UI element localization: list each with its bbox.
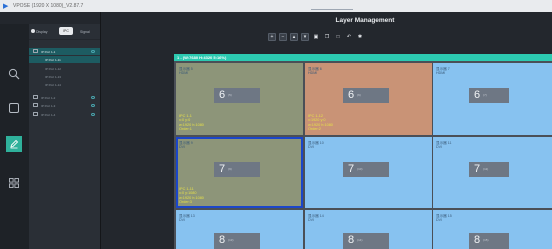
icon-rail (0, 24, 29, 249)
display-name: 显示器 14 DVI (308, 214, 324, 223)
visibility-icon[interactable] (91, 113, 95, 116)
mode-ipc-tab[interactable]: IPC (59, 27, 73, 35)
tree-item[interactable]: IP Port 1-3 (29, 102, 100, 109)
display-name: 显示器 10 DVI (308, 141, 324, 150)
monitor-icon (33, 103, 38, 107)
monitor-icon (33, 112, 38, 116)
display-cell[interactable]: 显示器 13 DVI 8 (13) (176, 210, 303, 249)
display-cell[interactable]: 显示器 10 DVI 7 (10) (305, 137, 432, 208)
tree-item[interactable]: IP Port 1-1 (29, 48, 100, 55)
display-number-badge: 6 (6) (343, 88, 389, 103)
layer-info: IPC 1-12 x:1920 y:0 w:1920 h:1080 Order:2 (308, 113, 333, 132)
window-title: VPOSE (1920 X 1080)_V2.87.7 (13, 3, 84, 9)
layer-up-icon[interactable]: ▴ (290, 33, 298, 41)
undo-icon[interactable]: ↶ (345, 33, 353, 41)
fit-icon[interactable]: ▣ (312, 33, 320, 41)
tree-item[interactable]: IP Port 1-11 (29, 56, 100, 63)
tree-item[interactable]: IP Port 1-14 (29, 81, 100, 88)
display-cell[interactable]: 显示器 7 HDMI 6 (7) (433, 63, 552, 135)
tree-item[interactable]: IP Port 1-2 (29, 94, 100, 101)
status-dot-icon (31, 29, 35, 33)
sidebar-divider (100, 12, 101, 249)
display-number-badge: 7 (10) (343, 162, 389, 177)
visibility-icon[interactable] (91, 96, 95, 99)
display-number-badge: 7 (9) (214, 162, 260, 177)
plus-icon[interactable]: + (268, 33, 276, 41)
display-number-badge: 6 (5) (214, 88, 260, 103)
display-name: 显示器 11 DVI (436, 141, 452, 150)
display-name: 显示器 13 DVI (179, 214, 195, 223)
display-cell[interactable]: 显示器 6 HDMI 6 (6) IPC 1-12 x:1920 y:0 w:1920 h:… (305, 63, 432, 135)
copy-icon[interactable]: ❐ (323, 33, 331, 41)
display-number-badge: 6 (7) (469, 88, 509, 103)
source-tree: IP Port 1-1 IP Port 1-11 IP Port 1-12 IP… (29, 40, 100, 249)
monitor-icon (33, 49, 38, 53)
display-number-badge: 8 (13) (214, 233, 260, 249)
mode-display[interactable]: Display (36, 30, 47, 34)
search-icon[interactable] (6, 66, 22, 82)
layer-info: IPC 1-1 x:0 y:0 w:1920 h:1080 Order:1 (179, 113, 204, 132)
tree-item[interactable]: IP Port 1-13 (29, 73, 100, 80)
app-logo-icon: ▶ (3, 2, 9, 10)
display-cell[interactable]: 显示器 15 DVI 8 (15) (433, 210, 552, 249)
layer-down-icon[interactable]: ▾ (301, 33, 309, 41)
layer-toolbar: + − ▴ ▾ ▣ ❐ □ ↶ ✱ (268, 33, 364, 42)
visibility-icon[interactable] (91, 50, 95, 53)
page-title: Layer Management (335, 17, 395, 24)
tab-indicator (311, 9, 353, 10)
edit-icon[interactable] (6, 136, 22, 152)
grid-icon[interactable] (6, 175, 22, 191)
tree-item[interactable]: IP Port 1-4 (29, 111, 100, 118)
display-name: 显示器 7 HDMI (436, 67, 450, 76)
display-name: 显示器 5 HDMI (179, 67, 193, 76)
settings-icon[interactable]: ✱ (356, 33, 364, 41)
display-cell[interactable]: 显示器 14 DVI 8 (14) (305, 210, 432, 249)
display-name: 显示器 6 HDMI (308, 67, 322, 76)
minus-icon[interactable]: − (279, 33, 287, 41)
tree-item[interactable]: IP Port 1-12 (29, 65, 100, 72)
visibility-icon[interactable] (91, 104, 95, 107)
canvas-header: 1 - (W:7680 H:4320 5:16%) (174, 54, 552, 61)
display-name: 显示器 9 DVI (179, 141, 193, 150)
monitor-icon (33, 95, 38, 99)
mode-signal[interactable]: Signal (80, 30, 90, 34)
paste-icon[interactable]: □ (334, 33, 342, 41)
display-cell[interactable]: 显示器 11 DVI 7 (11) (433, 137, 552, 208)
display-cell[interactable]: 显示器 5 HDMI 6 (5) IPC 1-1 x:0 y:0 w:1920 h:1080… (176, 63, 303, 135)
window-icon[interactable] (6, 100, 22, 116)
title-bar: ▶ VPOSE (1920 X 1080)_V2.87.7 (0, 0, 552, 12)
layer-info: IPC 1-11 x:0 y:1080 w:1920 h:1080 Order:3 (179, 186, 204, 205)
display-number-badge: 7 (11) (469, 162, 509, 177)
display-name: 显示器 15 DVI (436, 214, 452, 223)
display-number-badge: 8 (14) (343, 233, 389, 249)
display-number-badge: 8 (15) (469, 233, 509, 249)
display-cell[interactable]: 显示器 9 DVI 7 (9) IPC 1-11 x:0 y:1080 w:1920 h:1… (176, 137, 303, 208)
